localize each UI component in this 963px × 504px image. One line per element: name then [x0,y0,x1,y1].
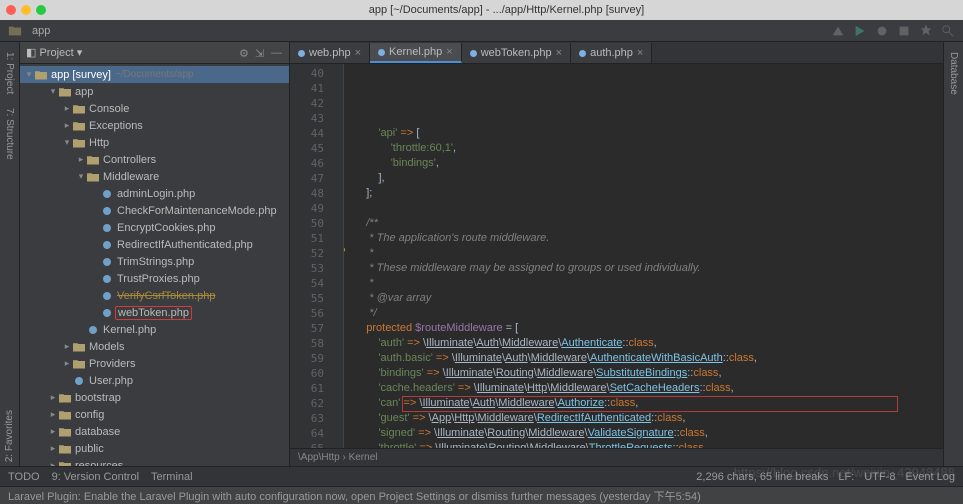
build-icon[interactable] [831,24,845,38]
tab-label: auth.php [590,47,633,59]
database-tool-tab[interactable]: Database [946,48,961,99]
tree-item[interactable]: CheckForMaintenanceMode.php [20,202,289,219]
project-tree[interactable]: ▾app [survey]~/Documents/app▾app▸Console… [20,64,289,466]
tree-item[interactable]: ▸resources [20,457,289,466]
collapse-icon[interactable]: ⇲ [255,47,267,59]
tree-item[interactable]: ▾Middleware [20,168,289,185]
tree-item[interactable]: RedirectIfAuthenticated.php [20,236,289,253]
close-icon[interactable]: × [556,47,562,59]
tree-item[interactable]: ▸Controllers [20,151,289,168]
debug-icon[interactable] [875,24,889,38]
editor-tab[interactable]: Kernel.php × [370,43,462,63]
tree-item[interactable]: ▸Console [20,100,289,117]
tree-item[interactable]: adminLogin.php [20,185,289,202]
close-window[interactable] [6,5,16,15]
close-icon[interactable]: × [355,47,361,59]
vcs-icon[interactable] [919,24,933,38]
char-count: 2,296 chars, 65 line breaks [696,471,828,483]
tree-item[interactable]: EncryptCookies.php [20,219,289,236]
maximize-window[interactable] [36,5,46,15]
editor-tabbar: web.php×Kernel.php×webToken.php×auth.php… [290,42,943,64]
structure-tool-tab[interactable]: 7: Structure [2,104,17,164]
tab-label: Kernel.php [389,46,442,58]
project-tool-tab[interactable]: 1: Project [2,48,17,98]
tree-item[interactable]: webToken.php [20,304,289,321]
code-editor[interactable]: 💡 'api' => [ 'throttle:60,1', 'bindings'… [344,64,943,448]
todo-tool[interactable]: TODO [8,471,40,483]
tree-item[interactable]: User.php [20,372,289,389]
tree-item[interactable]: ▾Http [20,134,289,151]
line-number-gutter: 40 41 42 43 44 45 46 47 48 49 50 51 52 5… [290,64,330,448]
right-tool-gutter: Database [943,42,963,466]
editor-area: web.php×Kernel.php×webToken.php×auth.php… [290,42,943,466]
titlebar: app [~/Documents/app] - .../app/Http/Ker… [0,0,963,20]
project-panel-header: ◧ Project ▾ ⚙ ⇲ — [20,42,289,64]
close-icon[interactable]: × [637,47,643,59]
tab-label: web.php [309,47,351,59]
tree-item[interactable]: ▸database [20,423,289,440]
editor-breadcrumb[interactable]: \App\Http › Kernel [290,448,943,466]
close-icon[interactable]: × [446,46,452,58]
editor-tab[interactable]: web.php × [290,43,370,63]
notification-text: Laravel Plugin: Enable the Laravel Plugi… [8,488,701,504]
run-icon[interactable] [853,24,867,38]
folder-icon [8,24,22,38]
search-icon[interactable] [941,24,955,38]
fold-gutter[interactable] [330,64,344,448]
php-file-icon [378,49,385,56]
php-file-icon [579,50,586,57]
tree-item[interactable]: ▸public [20,440,289,457]
tree-item[interactable]: ▸bootstrap [20,389,289,406]
vcs-tool[interactable]: 9: Version Control [52,471,139,483]
project-panel-title[interactable]: ◧ Project ▾ [26,46,82,59]
tree-item[interactable]: ▾app [20,83,289,100]
project-root[interactable]: ▾app [survey]~/Documents/app [20,66,289,83]
project-panel: ◧ Project ▾ ⚙ ⇲ — ▾app [survey]~/Documen… [20,42,290,466]
gear-icon[interactable]: ⚙ [239,47,251,59]
breadcrumb[interactable]: app [32,25,50,37]
tree-item[interactable]: TrimStrings.php [20,253,289,270]
encoding[interactable]: UTF-8 [864,471,895,483]
tab-label: webToken.php [481,47,552,59]
php-file-icon [298,50,305,57]
editor-tab[interactable]: auth.php × [571,43,652,63]
tree-item[interactable]: ▸config [20,406,289,423]
hide-icon[interactable]: — [271,47,283,59]
window-title: app [~/Documents/app] - .../app/Http/Ker… [56,4,957,16]
main-toolbar: app [0,20,963,42]
traffic-lights [6,5,46,15]
editor-tab[interactable]: webToken.php × [462,43,571,63]
notification-bar[interactable]: Laravel Plugin: Enable the Laravel Plugi… [0,486,963,504]
left-tool-gutter: 1: Project 7: Structure 2: Favorites [0,42,20,466]
status-bar: TODO 9: Version Control Terminal 2,296 c… [0,466,963,486]
favorites-tool-tab[interactable]: 2: Favorites [2,406,17,466]
php-file-icon [470,50,477,57]
terminal-tool[interactable]: Terminal [151,471,193,483]
tree-item[interactable]: Kernel.php [20,321,289,338]
tree-item[interactable]: VerifyCsrfToken.php [20,287,289,304]
minimize-window[interactable] [21,5,31,15]
line-sep[interactable]: LF: [838,471,854,483]
stop-icon[interactable] [897,24,911,38]
tree-item[interactable]: ▸Exceptions [20,117,289,134]
event-log[interactable]: Event Log [905,471,955,483]
tree-item[interactable]: TrustProxies.php [20,270,289,287]
tree-item[interactable]: ▸Providers [20,355,289,372]
tree-item[interactable]: ▸Models [20,338,289,355]
